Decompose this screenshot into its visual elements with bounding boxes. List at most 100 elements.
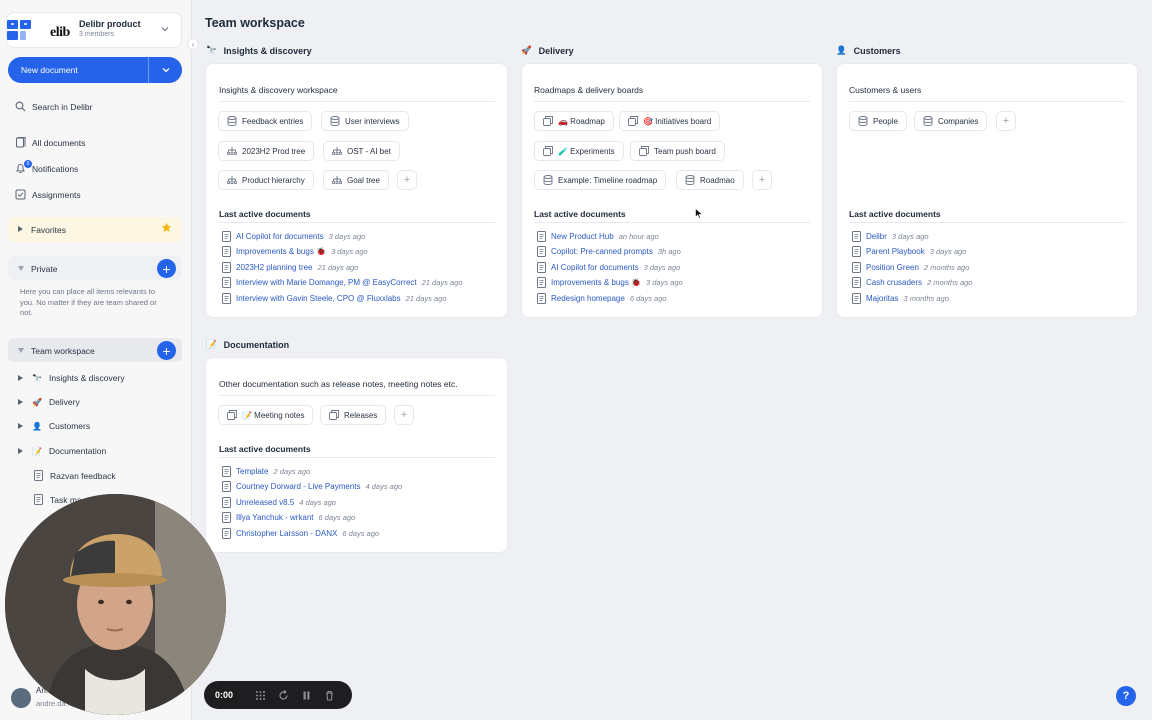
caret-right-icon[interactable] — [18, 375, 23, 381]
list-item[interactable]: Interview with Marie Domange, PM @ EasyC… — [222, 277, 463, 289]
add-chip-button[interactable]: + — [394, 405, 414, 425]
list-item[interactable]: Delibr 3 days ago — [852, 230, 972, 242]
list-item[interactable]: Illya Yanchuk - wrkant 6 days ago — [222, 512, 402, 524]
grid-icon[interactable] — [255, 690, 266, 701]
chip-releases[interactable]: Releases — [320, 405, 387, 425]
doc-title[interactable]: Redesign homepage — [551, 294, 625, 303]
chip-example-timeline-roadmap[interactable]: Example: Timeline roadmap — [534, 170, 667, 190]
sidebar-item-customers[interactable]: 👤 Customers — [18, 421, 90, 431]
list-item[interactable]: Template 2 days ago — [222, 465, 402, 477]
list-item[interactable]: 2023H2 planning tree 21 days ago — [222, 261, 463, 273]
doc-title[interactable]: Improvements & bugs 🐞 — [551, 278, 641, 287]
doc-title[interactable]: Interview with Gavin Steele, CPO @ Fluxx… — [236, 294, 401, 303]
collapse-sidebar-button[interactable]: ‹ — [187, 38, 199, 50]
list-item[interactable]: Improvements & bugs 🐞 3 days ago — [222, 246, 463, 258]
add-chip-button[interactable]: + — [397, 170, 417, 190]
chip-team-push-board[interactable]: Team push board — [630, 141, 725, 161]
new-document-button[interactable]: New document — [8, 57, 182, 83]
doc-title[interactable]: Cash crusaders — [866, 278, 922, 287]
section-title-insights[interactable]: 🔭 Insights & discovery — [206, 45, 312, 56]
sidebar-item-documentation[interactable]: 📝 Documentation — [18, 446, 106, 456]
list-item[interactable]: Interview with Gavin Steele, CPO @ Fluxx… — [222, 292, 463, 304]
chip-roadmao[interactable]: Roadmao — [676, 170, 744, 190]
chip-experiments[interactable]: 🧪 Experiments — [534, 141, 624, 161]
list-item[interactable]: Unreleased v8.5 4 days ago — [222, 496, 402, 508]
add-chip-button[interactable]: + — [996, 111, 1016, 131]
doc-title[interactable]: Christopher Larsson - DANX — [236, 529, 337, 538]
list-item[interactable]: Improvements & bugs 🐞 3 days ago — [537, 277, 683, 289]
restart-icon[interactable] — [278, 689, 289, 701]
list-item[interactable]: Redesign homepage 6 days ago — [537, 292, 683, 304]
app-logo-icon[interactable] — [7, 19, 35, 41]
doc-title[interactable]: Unreleased v8.5 — [236, 498, 294, 507]
doc-title[interactable]: 2023H2 planning tree — [236, 263, 313, 272]
search-button[interactable]: Search in Delibr — [15, 101, 92, 112]
sidebar-item-delivery[interactable]: 🚀 Delivery — [18, 397, 80, 407]
section-title-customers[interactable]: 👤 Customers — [836, 45, 901, 56]
doc-title[interactable]: Template — [236, 467, 268, 476]
add-private-item-button[interactable]: + — [157, 259, 176, 278]
list-item[interactable]: New Product Hub an hour ago — [537, 230, 683, 242]
chip-user-interviews[interactable]: User interviews — [321, 111, 409, 131]
doc-title[interactable]: Copilot: Pre-canned prompts — [551, 247, 653, 256]
chevron-down-icon[interactable] — [160, 24, 170, 34]
new-document-dropdown[interactable] — [149, 65, 182, 75]
document-icon — [222, 246, 231, 257]
doc-title[interactable]: Illya Yanchuk - wrkant — [236, 513, 314, 522]
doc-title[interactable]: New Product Hub — [551, 232, 614, 241]
chip-product-hierarchy[interactable]: Product hierarchy — [218, 170, 314, 190]
sidebar-item-all-documents[interactable]: All documents — [15, 137, 85, 148]
list-item[interactable]: AI Copilot for documents 3 days ago — [222, 230, 463, 242]
list-item[interactable]: Parent Playbook 3 days ago — [852, 246, 972, 258]
database-icon — [685, 175, 695, 185]
doc-title[interactable]: Majoritas — [866, 294, 898, 303]
chip-people[interactable]: People — [849, 111, 907, 131]
chip-meeting-notes[interactable]: 📝 Meeting notes — [218, 405, 314, 425]
section-title-documentation[interactable]: 📝 Documentation — [206, 339, 289, 350]
document-icon — [222, 481, 231, 492]
list-item[interactable]: Copilot: Pre-canned prompts 3h ago — [537, 246, 683, 258]
caret-right-icon[interactable] — [18, 448, 23, 454]
list-item[interactable]: Position Green 2 months ago — [852, 261, 972, 273]
caret-right-icon[interactable] — [18, 399, 23, 405]
doc-title[interactable]: AI Copilot for documents — [551, 263, 639, 272]
caret-down-icon[interactable] — [18, 348, 24, 353]
sidebar-item-insights[interactable]: 🔭 Insights & discovery — [18, 373, 125, 383]
add-team-item-button[interactable]: + — [157, 341, 176, 360]
avatar[interactable] — [11, 688, 31, 708]
chip-goal-tree[interactable]: Goal tree — [323, 170, 389, 190]
list-item[interactable]: AI Copilot for documents 3 days ago — [537, 261, 683, 273]
list-item[interactable]: Cash crusaders 2 months ago — [852, 277, 972, 289]
doc-title[interactable]: Parent Playbook — [866, 247, 925, 256]
caret-down-icon[interactable] — [18, 266, 24, 271]
doc-title[interactable]: Courtney Dorward - Live Payments — [236, 482, 361, 491]
caret-right-icon[interactable] — [18, 226, 23, 232]
section-subtitle: Insights & discovery workspace — [219, 85, 338, 95]
chip-roadmap[interactable]: 🚗 Roadmap — [534, 111, 614, 131]
sidebar-item-assignments[interactable]: Assignments — [15, 189, 81, 200]
doc-title[interactable]: Delibr — [866, 232, 887, 241]
section-title-delivery[interactable]: 🚀 Delivery — [521, 45, 574, 56]
doc-title[interactable]: Interview with Marie Domange, PM @ EasyC… — [236, 278, 417, 287]
sidebar-item-razvan-feedback[interactable]: Razvan feedback — [34, 470, 116, 481]
list-item[interactable]: Courtney Dorward - Live Payments 4 days a… — [222, 481, 402, 493]
list-item[interactable]: Christopher Larsson - DANX 6 days ago — [222, 527, 402, 539]
help-button[interactable]: ? — [1116, 686, 1136, 706]
list-item[interactable]: Majoritas 3 months ago — [852, 292, 972, 304]
trash-icon[interactable] — [324, 690, 335, 701]
sidebar-item-notifications[interactable]: 5 Notifications — [15, 160, 78, 174]
chip-2023h2-prod-tree[interactable]: 2023H2 Prod tree — [218, 141, 315, 161]
add-chip-button[interactable]: + — [752, 170, 772, 190]
doc-title[interactable]: Position Green — [866, 263, 919, 272]
pause-icon[interactable] — [301, 690, 312, 701]
doc-time: 21 days ago — [421, 278, 463, 287]
caret-right-icon[interactable] — [18, 423, 23, 429]
doc-title[interactable]: AI Copilot for documents — [236, 232, 324, 241]
telescope-icon: 🔭 — [206, 45, 217, 55]
doc-title[interactable]: Improvements & bugs 🐞 — [236, 247, 326, 256]
chip-companies[interactable]: Companies — [914, 111, 988, 131]
section-subtitle: Other documentation such as release note… — [219, 379, 458, 389]
chip-feedback-entries[interactable]: Feedback entries — [218, 111, 313, 131]
chip-ost-ai-bet[interactable]: OST - AI bet — [323, 141, 400, 161]
chip-initiatives-board[interactable]: 🎯 Initiatives board — [619, 111, 721, 131]
